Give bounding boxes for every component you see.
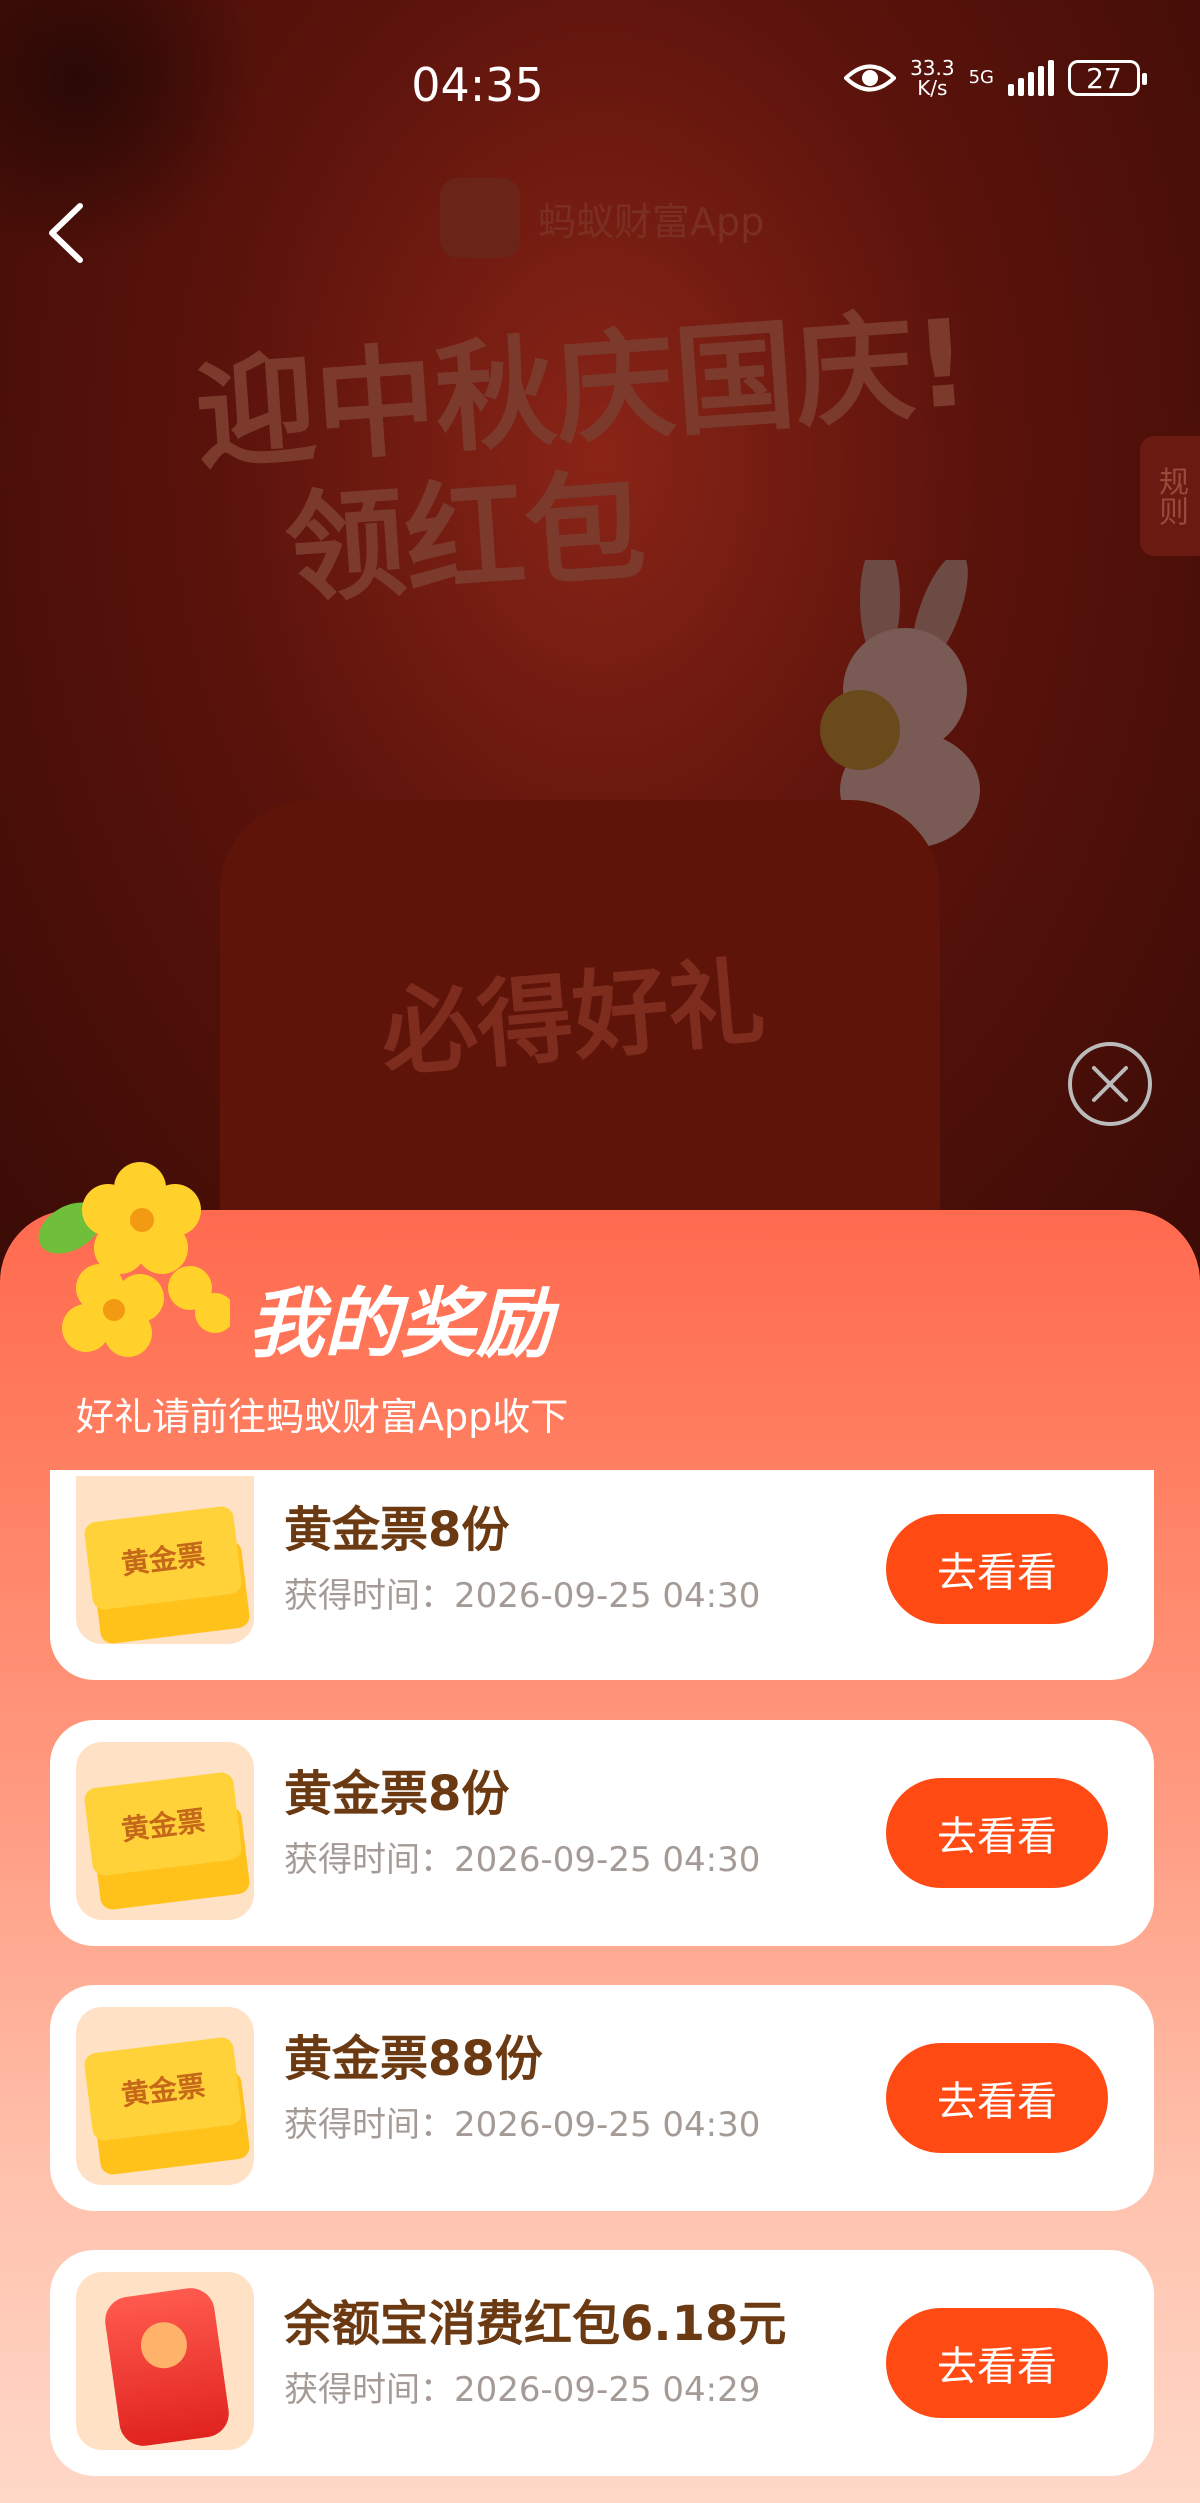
red-packet-icon bbox=[102, 2285, 232, 2449]
sheet-title: 我的奖励 bbox=[248, 1279, 552, 1368]
signal-icon bbox=[1008, 60, 1054, 96]
red-packet-thumb bbox=[76, 2272, 254, 2450]
reward-card: 余额宝消费红包6.18元 获得时间：2026-09-25 04:29 去看看 bbox=[50, 2250, 1154, 2476]
speed-value: 33.3 bbox=[910, 56, 955, 80]
network-type: 5G bbox=[968, 67, 994, 88]
view-button[interactable]: 去看看 bbox=[886, 1514, 1108, 1624]
close-icon[interactable] bbox=[1066, 1040, 1154, 1128]
eye-icon bbox=[844, 64, 897, 92]
view-button[interactable]: 去看看 bbox=[886, 2308, 1108, 2418]
rules-tab[interactable]: 规则 bbox=[1140, 436, 1200, 556]
status-icons: 33.3 K/s 5G 27 bbox=[844, 58, 1147, 98]
reward-title: 余额宝消费红包6.18元 bbox=[284, 2296, 787, 2352]
back-arrow-icon[interactable] bbox=[42, 198, 92, 268]
reward-card: 黄金票 黄金票88份 获得时间：2026-09-25 04:30 去看看 bbox=[50, 1985, 1154, 2211]
battery-icon: 27 bbox=[1068, 60, 1147, 96]
osmanthus-flower-icon bbox=[38, 1162, 230, 1357]
rules-label: 规则 bbox=[1153, 466, 1188, 526]
reward-time: 获得时间：2026-09-25 04:30 bbox=[284, 1840, 761, 1880]
reward-card: 黄金票 黄金票8份 获得时间：2026-09-25 04:30 去看看 bbox=[50, 1470, 1154, 1680]
reward-time: 获得时间：2026-09-25 04:29 bbox=[284, 2370, 761, 2410]
network-speed: 33.3 K/s bbox=[910, 58, 955, 98]
view-button[interactable]: 去看看 bbox=[886, 1778, 1108, 1888]
sheet-subtitle: 好礼请前往蚂蚁财富App收下 bbox=[76, 1395, 569, 1439]
reward-title: 黄金票88份 bbox=[284, 2031, 543, 2087]
gold-ticket-icon: 黄金票 bbox=[83, 1505, 243, 1611]
gold-ticket-thumb: 黄金票 bbox=[76, 1476, 254, 1644]
battery-level: 27 bbox=[1086, 61, 1122, 95]
status-bar: 04:35 33.3 K/s 5G 27 bbox=[0, 0, 1200, 180]
brand-header: 蚂蚁财富App bbox=[440, 178, 764, 258]
brand-name: 蚂蚁财富App bbox=[538, 199, 765, 244]
reward-card: 黄金票 黄金票8份 获得时间：2026-09-25 04:30 去看看 bbox=[50, 1720, 1154, 1946]
reward-title: 黄金票8份 bbox=[284, 1502, 510, 1558]
gold-ticket-thumb: 黄金票 bbox=[76, 2007, 254, 2185]
view-button[interactable]: 去看看 bbox=[886, 2043, 1108, 2153]
reward-title: 黄金票8份 bbox=[284, 1766, 510, 1822]
reward-time: 获得时间：2026-09-25 04:30 bbox=[284, 1576, 761, 1616]
speed-unit: K/s bbox=[917, 76, 948, 100]
reward-time: 获得时间：2026-09-25 04:30 bbox=[284, 2105, 761, 2145]
gold-ticket-icon: 黄金票 bbox=[83, 2036, 243, 2142]
gold-ticket-thumb: 黄金票 bbox=[76, 1742, 254, 1920]
gold-ticket-icon: 黄金票 bbox=[83, 1771, 243, 1877]
status-time: 04:35 bbox=[411, 58, 544, 112]
ant-fortune-logo-icon bbox=[440, 178, 520, 258]
